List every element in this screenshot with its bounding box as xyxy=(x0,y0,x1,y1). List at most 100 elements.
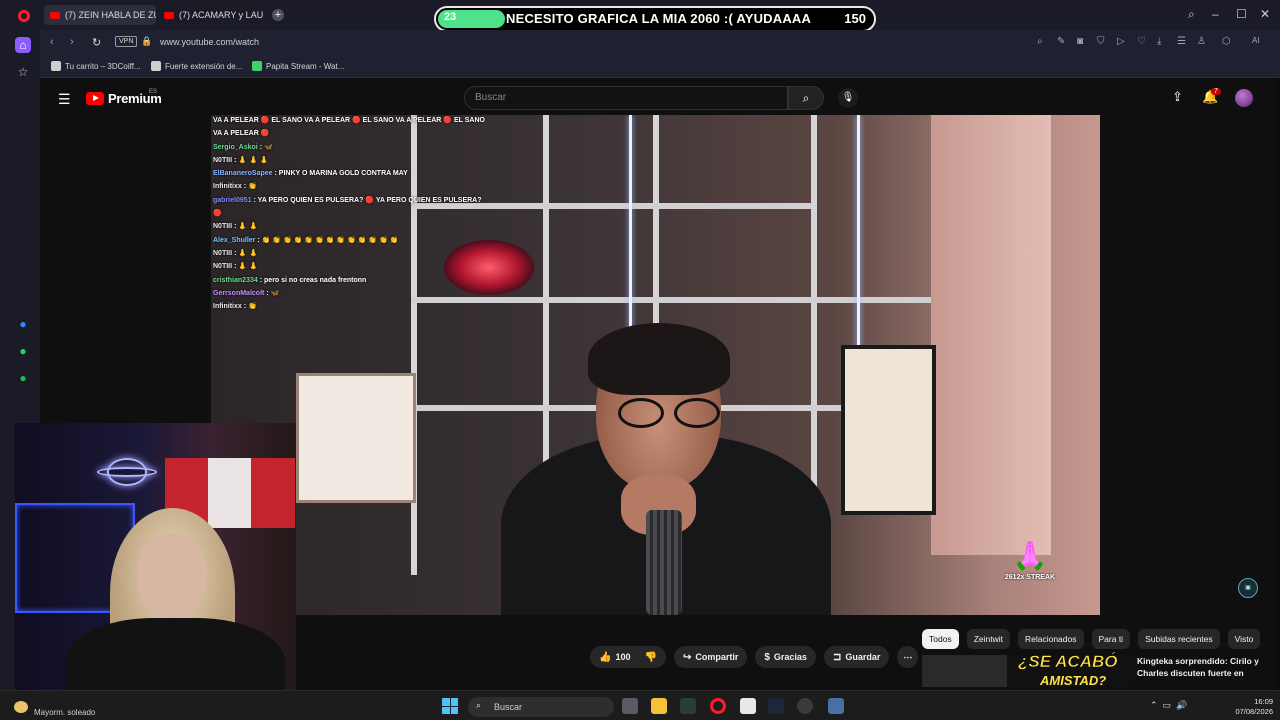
webcam-overlay xyxy=(15,423,296,708)
save-label: Guardar xyxy=(845,652,881,662)
chat-message: ElBananeroSapee: PINKY O MARINA GOLD CON… xyxy=(213,167,493,180)
camera-icon[interactable]: ◙ xyxy=(1077,36,1083,47)
back-icon[interactable]: ‹ xyxy=(50,36,54,48)
new-tab-button[interactable]: + xyxy=(272,9,284,21)
upload-icon[interactable]: ⇪ xyxy=(1172,89,1183,105)
hamburger-menu-icon[interactable]: ☰ xyxy=(58,91,71,108)
system-tray[interactable]: ⌃ ▭ 🔊 xyxy=(1150,700,1187,711)
chat-message: VA A PELEAR 🔴 EL SANO VA A PELEAR 🔴 EL S… xyxy=(213,114,493,127)
reload-icon[interactable]: ↻ xyxy=(92,36,101,49)
chip-subidas-recientes[interactable]: Subidas recientes xyxy=(1138,629,1220,649)
recommended-video-title[interactable]: Kingteka sorprendido: Cirilo y Charles d… xyxy=(1137,655,1267,681)
search-tabs-icon[interactable]: ⌕ xyxy=(1188,7,1195,22)
search-button[interactable]: ⌕ xyxy=(788,86,824,110)
bookmark-item[interactable]: Fuerte extensión de... xyxy=(151,61,242,71)
zoom-icon[interactable]: ⌕ xyxy=(1037,36,1043,47)
bookmark-item[interactable]: Papita Stream - Wat... xyxy=(252,61,344,71)
play-icon[interactable]: ▷ xyxy=(1117,36,1125,47)
opera-logo-icon[interactable] xyxy=(18,10,30,22)
menu-icon[interactable]: ☰ xyxy=(1177,36,1186,47)
channel-watermark-icon[interactable]: ▣ xyxy=(1238,578,1258,598)
file-explorer-icon[interactable] xyxy=(651,698,667,714)
bookmark-icon: ⊐ xyxy=(832,651,842,663)
chat-username: N0TIII xyxy=(213,223,233,231)
glasses xyxy=(618,398,728,432)
bookmark-item[interactable]: Tu carrito – 3DCoiff... xyxy=(51,61,141,71)
chat-message: Infinitixx: 👏 xyxy=(213,300,493,313)
like-button[interactable]: 👍 100 👎 xyxy=(590,646,666,668)
chat-message: N0TIII: 👃 👃 👃 xyxy=(213,154,493,167)
bookmark-favicon-icon xyxy=(252,61,262,71)
edit-icon[interactable]: ✎ xyxy=(1057,36,1065,47)
notepad-icon[interactable] xyxy=(740,698,756,714)
chip-relacionados[interactable]: Relacionados xyxy=(1017,629,1084,649)
bookmark-label: Papita Stream - Wat... xyxy=(266,61,345,71)
chat-text: : pero si no creas nada frentonn xyxy=(259,276,367,284)
tab-label: (7) ACAMARY y LAU RECI xyxy=(179,10,266,20)
steam-icon[interactable] xyxy=(768,698,784,714)
youtube-favicon-icon xyxy=(164,11,174,19)
messenger-icon[interactable]: ● xyxy=(15,316,31,332)
url-field[interactable]: www.youtube.com/watch xyxy=(160,37,259,47)
share-button[interactable]: ↪ Compartir xyxy=(673,646,748,668)
chip-visto[interactable]: Visto xyxy=(1227,629,1261,649)
ai-label: AI xyxy=(1252,36,1260,45)
chip-todos[interactable]: Todos xyxy=(922,629,959,649)
windows-start-icon[interactable] xyxy=(442,698,458,714)
opera-taskbar-icon[interactable] xyxy=(710,698,726,714)
streamer-hair xyxy=(588,323,730,395)
chat-text: VA A PELEAR 🔴 xyxy=(213,130,270,138)
tab-zein[interactable]: (7) ZEIN HABLA DE ZU xyxy=(44,5,156,25)
taskbar-search-input[interactable]: Buscar xyxy=(468,697,614,717)
chat-username: Infinitixx xyxy=(213,183,242,191)
minimize-button[interactable]: – xyxy=(1212,7,1219,21)
vpn-badge[interactable]: VPN xyxy=(115,36,138,47)
maximize-button[interactable]: ☐ xyxy=(1236,7,1247,21)
thumbs-down-icon[interactable]: 👎 xyxy=(644,652,656,663)
whatsapp-icon[interactable]: ● xyxy=(15,343,31,359)
more-actions-button[interactable]: ⋯ xyxy=(897,646,919,668)
avatar[interactable] xyxy=(1235,89,1253,107)
bookmark-favicon-icon xyxy=(151,61,161,71)
star-icon[interactable]: ☆ xyxy=(15,64,31,80)
save-button[interactable]: ⊐ Guardar xyxy=(823,646,890,668)
obs-icon[interactable] xyxy=(797,698,813,714)
thanks-button[interactable]: $ Gracias xyxy=(755,646,816,668)
streak-label: 2612x STREAK xyxy=(1004,574,1056,581)
mic-icon: 🎙 xyxy=(841,92,855,103)
chat-username: gabriel0951 xyxy=(213,196,252,204)
app-icon[interactable] xyxy=(680,698,696,714)
ai-button[interactable]: AI xyxy=(1252,36,1260,45)
chat-text: : 🦋 xyxy=(266,289,280,297)
thanks-icon: $ xyxy=(764,651,770,663)
heart-frame xyxy=(296,373,416,503)
weather-label[interactable]: Mayorm. soleado xyxy=(34,708,95,717)
door xyxy=(931,115,1051,555)
heart-icon[interactable]: ♡ xyxy=(1137,36,1146,47)
chip-zeintwit[interactable]: Zeintwit xyxy=(966,629,1010,649)
search-icon: ⌕ xyxy=(476,700,482,710)
forward-icon[interactable]: › xyxy=(70,36,74,48)
settings-gear-icon[interactable] xyxy=(828,698,844,714)
profile-icon[interactable]: ♙ xyxy=(1197,36,1206,47)
extensions-icon[interactable]: ⬡ xyxy=(1222,36,1231,47)
chat-message: 🔴 xyxy=(213,207,493,220)
weather-sun-icon[interactable] xyxy=(14,701,28,713)
close-window-button[interactable]: ✕ xyxy=(1260,7,1270,21)
spotify-icon[interactable]: ● xyxy=(15,370,31,386)
tab-acamary[interactable]: (7) ACAMARY y LAU RECI xyxy=(158,5,266,25)
tab-label: (7) ZEIN HABLA DE ZU xyxy=(65,10,156,20)
shield-icon[interactable]: ⛉ xyxy=(1097,36,1105,47)
bookmark-label: Tu carrito – 3DCoiff... xyxy=(65,61,141,71)
taskbar-clock[interactable]: 16:09 07/08/2026 xyxy=(1229,697,1273,717)
thumbnail-text: ¿SE ACABÓ xyxy=(1018,652,1118,671)
task-view-icon[interactable] xyxy=(622,698,638,714)
search-input[interactable]: Buscar xyxy=(464,86,788,110)
chip-para-ti[interactable]: Para ti xyxy=(1091,629,1131,649)
share-icon: ↪ xyxy=(682,651,692,663)
chat-text: VA A PELEAR 🔴 EL SANO VA A PELEAR 🔴 EL S… xyxy=(213,117,485,124)
home-icon[interactable]: ⌂ xyxy=(15,37,31,53)
download-icon[interactable]: ⤓ xyxy=(1157,36,1161,47)
chat-text: : 👃 👃 👃 xyxy=(234,156,269,164)
voice-search-button[interactable]: 🎙 xyxy=(838,88,858,108)
